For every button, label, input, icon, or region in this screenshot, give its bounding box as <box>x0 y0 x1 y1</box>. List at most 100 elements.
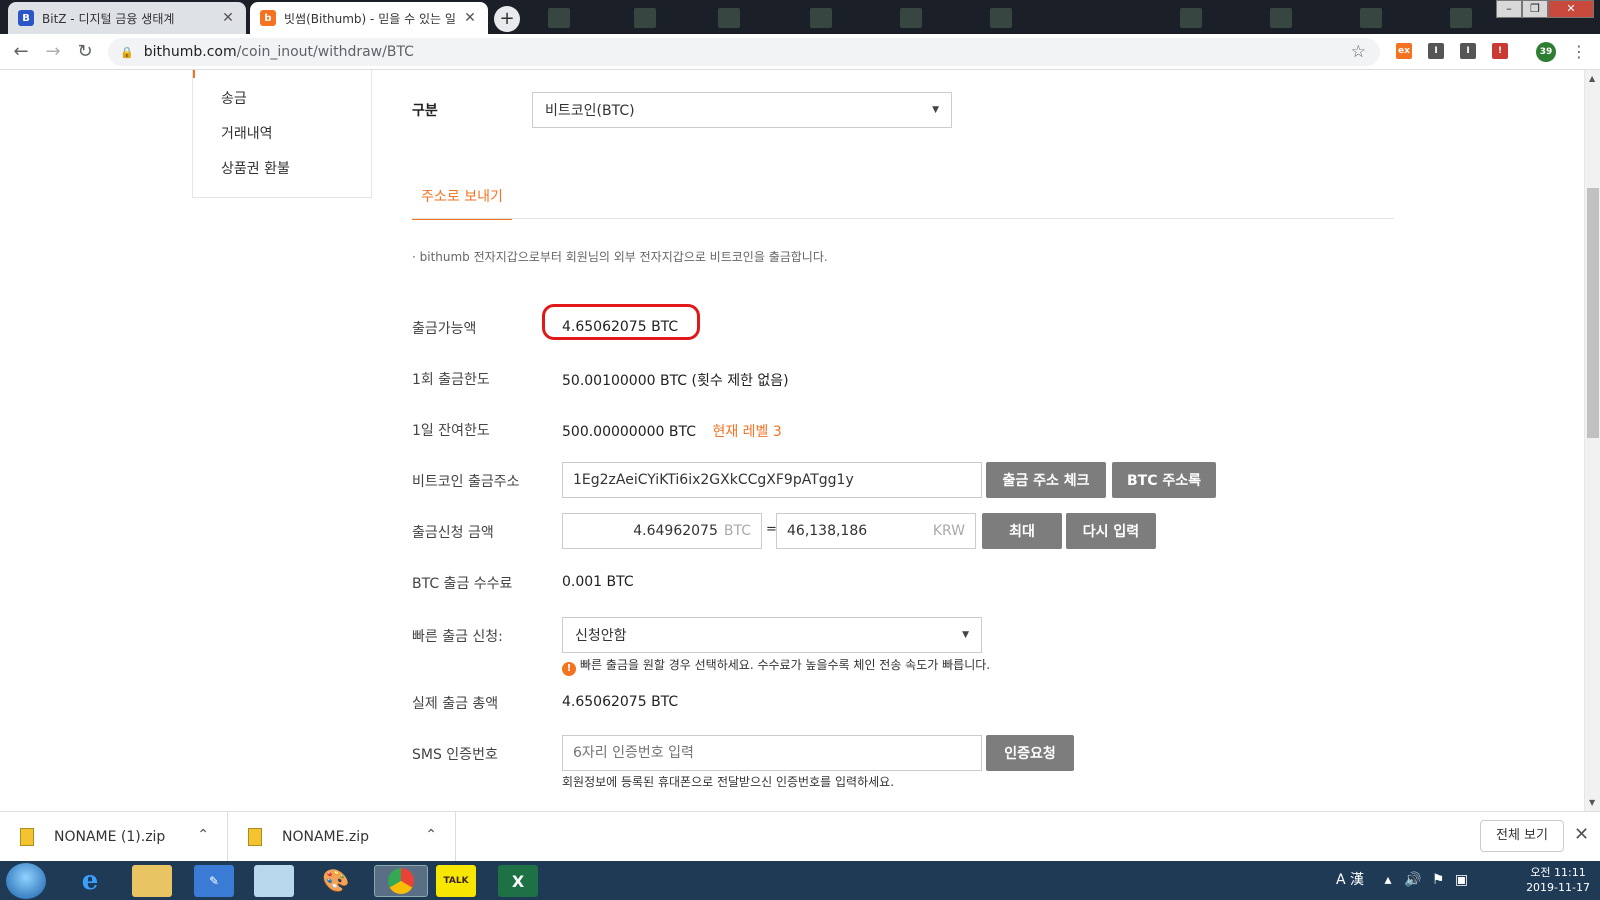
fast-withdraw-select[interactable]: 신청안함 ▼ <box>562 617 982 653</box>
lock-icon: 🔒 <box>120 45 134 59</box>
desktop-bg-decoration <box>900 8 922 28</box>
flag-icon[interactable]: ⚑ <box>1432 872 1445 888</box>
extension-icon[interactable]: ex <box>1396 43 1412 59</box>
close-tab-icon[interactable]: ✕ <box>220 10 236 26</box>
page-scrollbar[interactable]: ▲ ▼ <box>1584 70 1600 811</box>
close-tab-icon[interactable]: ✕ <box>462 10 478 26</box>
network-icon[interactable]: ▣ <box>1455 872 1468 888</box>
desktop-bg-decoration <box>810 8 832 28</box>
system-tray: A 漢 ▴ 🔊 ⚑ ▣ <box>1336 869 1468 889</box>
sidebar-item-history[interactable]: 거래내역 <box>221 123 273 143</box>
page-content: 송금 거래내역 상품권 환불 구분 비트코인(BTC) ▼ 주소로 보내기 · … <box>0 70 1584 811</box>
tab-bitz[interactable]: B BitZ - 디지털 금융 생태계 ✕ <box>8 2 246 34</box>
forward-arrow-icon[interactable]: → <box>42 41 64 63</box>
check-address-button[interactable]: 출금 주소 체크 <box>986 462 1106 498</box>
start-button[interactable] <box>6 863 46 899</box>
available-label: 출금가능액 <box>412 321 477 337</box>
address-bar[interactable]: 🔒 bithumb.com/coin_inout/withdraw/BTC ☆ <box>108 38 1380 66</box>
caret-down-icon: ▼ <box>962 630 969 640</box>
clock-date: 2019-11-17 <box>1526 881 1590 894</box>
chrome-icon[interactable] <box>374 865 428 897</box>
sidebar-item-voucher-refund[interactable]: 상품권 환불 <box>221 158 290 178</box>
max-button[interactable]: 최대 <box>982 513 1062 549</box>
extension-icon[interactable]: ! <box>1492 43 1508 59</box>
tray-arrow-icon[interactable]: ▴ <box>1384 872 1391 888</box>
scroll-down-icon[interactable]: ▼ <box>1589 798 1595 807</box>
desktop-bg-decoration <box>1360 8 1382 28</box>
sms-hint: 회원정보에 등록된 휴대폰으로 전달받으신 인증번호를 입력하세요. <box>562 775 895 789</box>
desktop-bg-decoration <box>548 8 570 28</box>
per-tx-limit-label: 1회 출금한도 <box>412 372 490 388</box>
daily-limit-amount: 500.00000000 BTC <box>562 424 696 440</box>
window-controls: – ❐ ✕ <box>1496 0 1594 18</box>
excel-icon[interactable]: X <box>498 865 538 897</box>
volume-icon[interactable]: 🔊 <box>1404 872 1421 888</box>
amount-krw-value: 46,138,186 <box>787 523 868 539</box>
request-auth-button[interactable]: 인증요청 <box>986 735 1074 771</box>
extension-icon[interactable]: I <box>1428 43 1444 59</box>
reload-icon[interactable]: ↻ <box>74 41 96 63</box>
kakaotalk-icon[interactable]: TALK <box>436 865 476 897</box>
active-indicator <box>193 70 195 78</box>
withdraw-notice: · bithumb 전자지갑으로부터 회원님의 외부 전자지갑으로 비트코인을 … <box>412 250 828 264</box>
fast-withdraw-label: 빠른 출금 신청: <box>412 629 503 645</box>
per-tx-limit-value: 50.00100000 BTC (횟수 제한 없음) <box>562 373 789 389</box>
withdraw-address-input[interactable]: 1Eg2zAeiCYiKTi6ix2GXkCCgXF9pATgg1y <box>562 462 982 498</box>
highlight-circle <box>542 304 700 340</box>
editor-icon[interactable]: ✎ <box>194 865 234 897</box>
minimize-icon[interactable]: – <box>1496 0 1522 18</box>
reset-button[interactable]: 다시 입력 <box>1066 513 1156 549</box>
tab-send-to-address[interactable]: 주소로 보내기 <box>412 186 512 220</box>
clock[interactable]: 오전 11:11 2019-11-17 <box>1526 865 1590 895</box>
window-close-icon[interactable]: ✕ <box>1548 0 1594 18</box>
browser-tab-strip: B BitZ - 디지털 금융 생태계 ✕ b 빗썸(Bithumb) - 믿을… <box>0 0 1600 34</box>
download-item[interactable]: NONAME (1).zip ⌃ <box>0 812 228 862</box>
category-select-value: 비트코인(BTC) <box>545 103 635 119</box>
bookmark-star-icon[interactable]: ☆ <box>1351 42 1366 62</box>
fast-withdraw-hint-text: 빠른 출금을 원할 경우 선택하세요. 수수료가 높을수록 체인 전송 속도가 … <box>580 658 991 672</box>
new-tab-button[interactable]: + <box>494 6 520 32</box>
fee-value: 0.001 BTC <box>562 574 634 590</box>
file-explorer-icon[interactable] <box>132 865 172 897</box>
paint-icon[interactable]: 🎨 <box>316 865 356 897</box>
download-item[interactable]: NONAME.zip ⌃ <box>228 812 456 862</box>
menu-icon[interactable]: ⋮ <box>1568 41 1590 63</box>
ime-indicator[interactable]: A 漢 <box>1336 872 1364 888</box>
ie-icon[interactable]: e <box>70 865 110 897</box>
extension-icon[interactable]: I <box>1460 43 1476 59</box>
desktop-bg-decoration <box>990 8 1012 28</box>
category-select[interactable]: 비트코인(BTC) ▼ <box>532 92 952 128</box>
scroll-up-icon[interactable]: ▲ <box>1589 74 1595 83</box>
daily-limit-value: 500.00000000 BTC 현재 레벨 3 <box>562 421 782 441</box>
chevron-up-icon[interactable]: ⌃ <box>197 827 209 843</box>
back-arrow-icon[interactable]: ← <box>10 41 32 63</box>
address-label: 비트코인 출금주소 <box>412 474 520 490</box>
user-level-link[interactable]: 현재 레벨 3 <box>712 424 781 440</box>
sidebar-item-remit[interactable]: 송금 <box>221 88 247 108</box>
chevron-up-icon[interactable]: ⌃ <box>425 827 437 843</box>
tool-icon[interactable] <box>254 865 294 897</box>
caret-down-icon: ▼ <box>932 105 939 115</box>
download-filename: NONAME (1).zip <box>54 829 166 845</box>
close-downloads-icon[interactable]: ✕ <box>1574 824 1589 845</box>
desktop-bg-decoration <box>1270 8 1292 28</box>
fast-withdraw-hint: ! 빠른 출금을 원할 경우 선택하세요. 수수료가 높을수록 체인 전송 속도가… <box>562 656 990 676</box>
url-host: bithumb.com <box>143 44 237 60</box>
amount-krw-input[interactable]: 46,138,186 KRW <box>776 513 976 549</box>
amount-btc-value: 4.64962075 <box>633 523 718 539</box>
daily-limit-label: 1일 잔여한도 <box>412 423 490 439</box>
amount-btc-input[interactable]: 4.64962075 BTC <box>562 513 762 549</box>
tab-bithumb[interactable]: b 빗썸(Bithumb) - 믿을 수 있는 일 ✕ <box>250 2 488 34</box>
desktop-bg-decoration <box>1450 8 1472 28</box>
category-label: 구분 <box>412 103 438 119</box>
sms-code-input[interactable] <box>562 735 982 771</box>
bithumb-favicon-icon: b <box>260 10 276 26</box>
address-book-button[interactable]: BTC 주소록 <box>1112 462 1216 498</box>
scroll-thumb[interactable] <box>1587 188 1599 438</box>
profile-badge[interactable]: 39 <box>1536 42 1556 62</box>
show-all-downloads-button[interactable]: 전체 보기 <box>1480 820 1564 852</box>
restore-icon[interactable]: ❐ <box>1522 0 1548 18</box>
address-value: 1Eg2zAeiCYiKTi6ix2GXkCCgXF9pATgg1y <box>573 472 854 488</box>
tab-title: 빗썸(Bithumb) - 믿을 수 있는 일 <box>284 11 456 26</box>
btc-unit: BTC <box>723 523 751 539</box>
